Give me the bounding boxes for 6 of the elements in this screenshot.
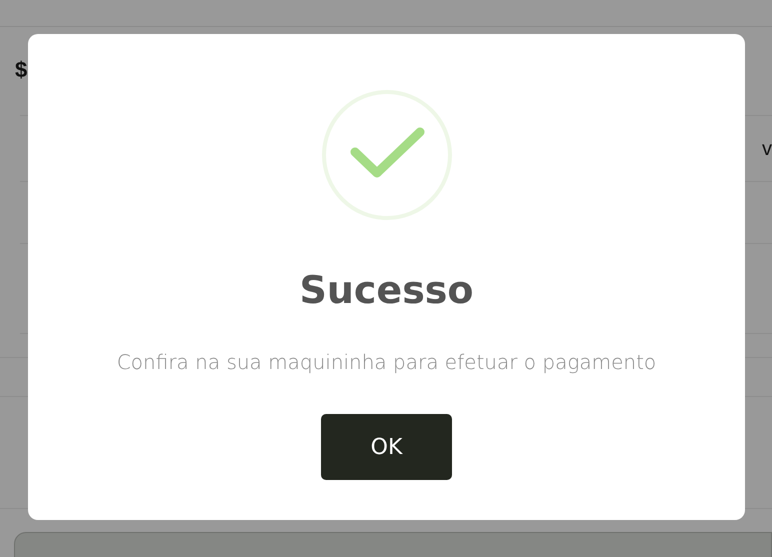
dialog-message: Confira na sua maquininha para efetuar o pagamento — [116, 349, 656, 376]
heading-text: $ — [15, 57, 28, 83]
table-cell: v — [762, 138, 772, 161]
checkmark-icon — [320, 88, 454, 222]
ok-button[interactable]: OK — [321, 414, 452, 480]
dialog-title: Sucesso — [299, 267, 474, 314]
